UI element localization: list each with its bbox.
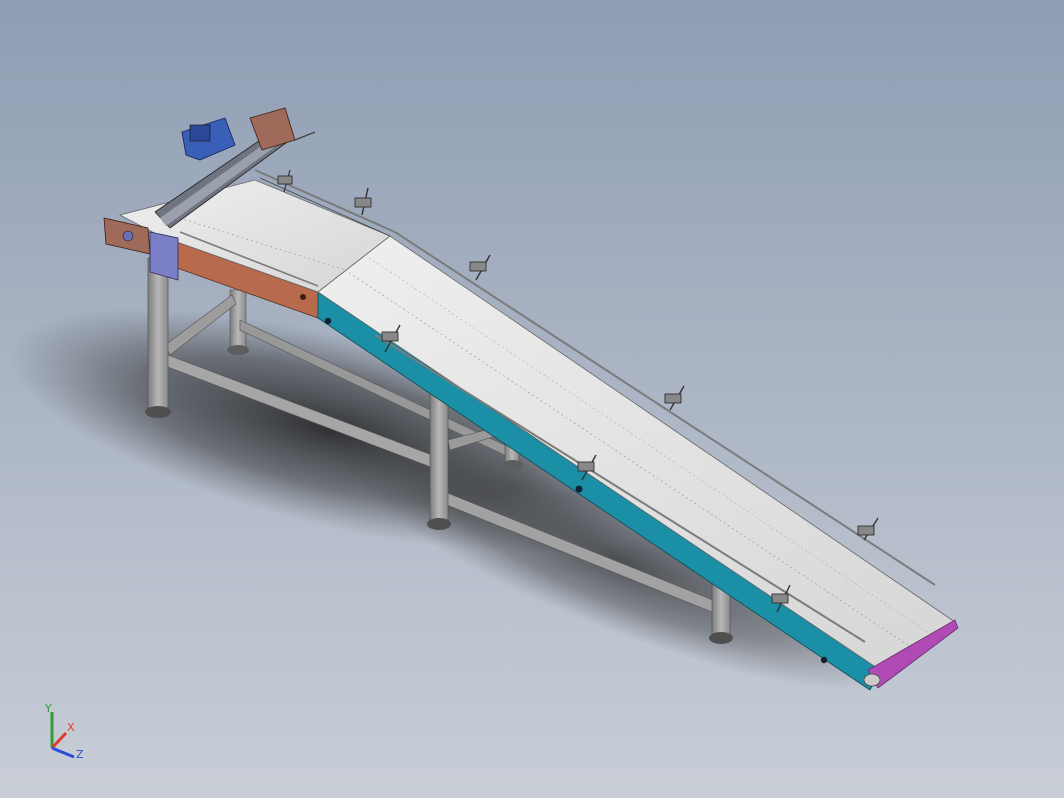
z-axis-label: Z [76, 748, 84, 761]
bearing-block[interactable] [149, 231, 179, 281]
cad-viewport[interactable]: Y X Z [0, 0, 1064, 798]
conveyor-model-view[interactable]: Y X Z [0, 0, 1064, 798]
y-axis-label: Y [44, 702, 52, 715]
x-axis-label: X [67, 721, 75, 734]
